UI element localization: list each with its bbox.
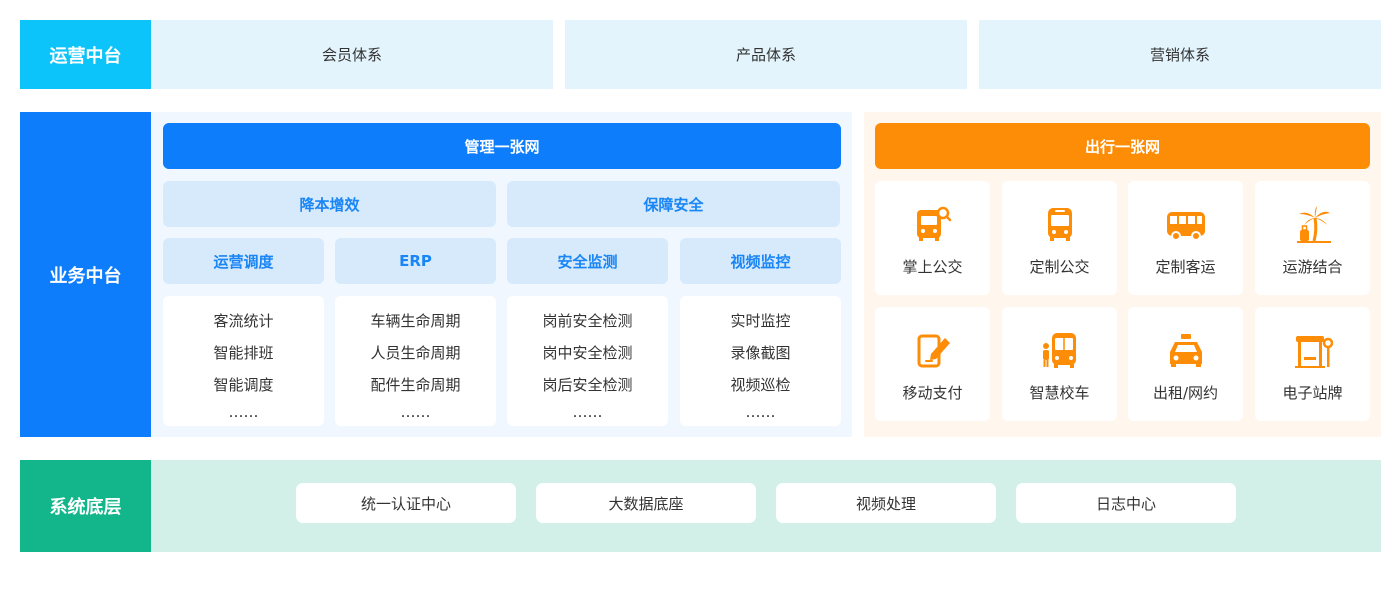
service-label: 定制客运 xyxy=(1155,258,1216,276)
list-item: 智能调度 xyxy=(213,376,274,394)
goal-cost-efficiency: 降本增效 xyxy=(163,181,496,227)
service-label: 电子站牌 xyxy=(1282,384,1343,402)
list-item: 客流统计 xyxy=(213,312,274,330)
member-system-box: 会员体系 xyxy=(151,20,553,89)
list-item: 智能排班 xyxy=(213,344,274,362)
bus-stop-icon xyxy=(1293,330,1333,370)
service-tile-taxi: 出租/网约 xyxy=(1128,307,1243,421)
service-label: 移动支付 xyxy=(902,384,963,402)
list-item: 岗前安全检测 xyxy=(542,312,633,330)
palm-tree-luggage-icon xyxy=(1293,204,1333,244)
list-ellipsis: …… xyxy=(745,403,776,421)
service-tile-mobile-payment: 移动支付 xyxy=(875,307,990,421)
category-erp: ERP xyxy=(335,238,496,284)
business-layer-label: 业务中台 xyxy=(20,112,151,437)
service-label: 智慧校车 xyxy=(1029,384,1090,402)
service-label: 掌上公交 xyxy=(902,258,963,276)
service-tile-custom-coach: 定制客运 xyxy=(1128,181,1243,295)
marketing-system-box: 营销体系 xyxy=(979,20,1381,89)
safety-monitoring-list: 岗前安全检测 岗中安全检测 岗后安全检测 …… xyxy=(507,296,668,426)
list-ellipsis: …… xyxy=(228,403,259,421)
list-item: 岗后安全检测 xyxy=(542,376,633,394)
big-data-foundation: 大数据底座 xyxy=(536,483,756,523)
service-label: 定制公交 xyxy=(1029,258,1090,276)
list-ellipsis: …… xyxy=(572,403,603,421)
unified-auth-center: 统一认证中心 xyxy=(296,483,516,523)
list-item: 车辆生命周期 xyxy=(370,312,461,330)
video-surveillance-list: 实时监控 录像截图 视频巡检 …… xyxy=(680,296,841,426)
service-tile-custom-bus: 定制公交 xyxy=(1002,181,1117,295)
travel-network-header: 出行一张网 xyxy=(875,123,1370,169)
service-tile-mobile-bus: 掌上公交 xyxy=(875,181,990,295)
list-item: 实时监控 xyxy=(730,312,791,330)
bus-front-icon xyxy=(1040,204,1080,244)
list-item: 配件生命周期 xyxy=(370,376,461,394)
school-bus-icon xyxy=(1040,330,1080,370)
service-label: 出租/网约 xyxy=(1152,384,1219,402)
list-item: 录像截图 xyxy=(730,344,791,362)
list-ellipsis: …… xyxy=(400,403,431,421)
coach-icon xyxy=(1166,204,1206,244)
service-tile-e-stop-sign: 电子站牌 xyxy=(1255,307,1370,421)
erp-list: 车辆生命周期 人员生命周期 配件生命周期 …… xyxy=(335,296,496,426)
ops-layer-label: 运营中台 xyxy=(20,20,151,89)
list-item: 人员生命周期 xyxy=(370,344,461,362)
goal-safety: 保障安全 xyxy=(507,181,840,227)
category-ops-dispatch: 运营调度 xyxy=(163,238,324,284)
category-video-surveillance: 视频监控 xyxy=(680,238,841,284)
bus-search-icon xyxy=(913,204,953,244)
service-tile-school-bus: 智慧校车 xyxy=(1002,307,1117,421)
service-label: 运游结合 xyxy=(1282,258,1343,276)
phone-pen-icon xyxy=(913,330,953,370)
video-processing: 视频处理 xyxy=(776,483,996,523)
ops-dispatch-list: 客流统计 智能排班 智能调度 …… xyxy=(163,296,324,426)
management-network-header: 管理一张网 xyxy=(163,123,841,169)
list-item: 岗中安全检测 xyxy=(542,344,633,362)
list-item: 视频巡检 xyxy=(730,376,791,394)
base-layer-label: 系统底层 xyxy=(20,460,151,552)
taxi-icon xyxy=(1166,330,1206,370)
category-safety-monitoring: 安全监测 xyxy=(507,238,668,284)
service-tile-travel-tourism: 运游结合 xyxy=(1255,181,1370,295)
log-center: 日志中心 xyxy=(1016,483,1236,523)
product-system-box: 产品体系 xyxy=(565,20,967,89)
